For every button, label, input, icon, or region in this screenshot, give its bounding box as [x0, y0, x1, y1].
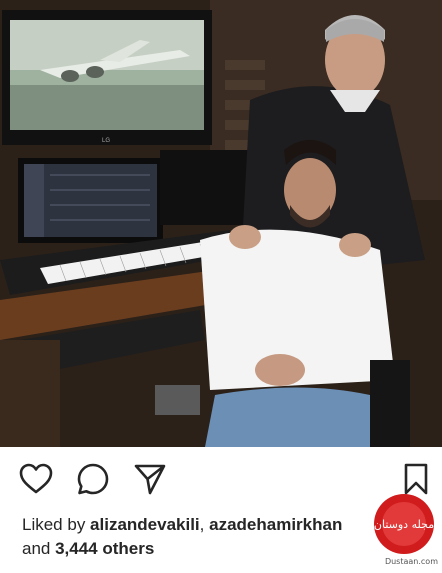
comment-icon: [77, 463, 109, 495]
tv-brand: LG: [102, 138, 110, 144]
liker-username-1[interactable]: alizandevakili: [90, 515, 200, 534]
heart-icon: [19, 463, 53, 494]
liked-by-prefix: Liked by: [22, 515, 91, 534]
send-icon: [134, 464, 166, 495]
share-button[interactable]: [132, 461, 168, 497]
watermark-url: Dustaan.com: [384, 557, 438, 566]
liker-separator: ,: [199, 515, 210, 534]
site-watermark: مجله دوستان Dustaan.com: [322, 490, 442, 568]
likes-others-count[interactable]: 3,444 others: [55, 539, 154, 558]
liked-by-and: and: [22, 539, 56, 558]
watermark-logo-text: مجله دوستان: [374, 518, 434, 531]
comment-button[interactable]: [75, 461, 111, 497]
tv-screen: LG: [2, 10, 212, 145]
post-photo[interactable]: LG: [0, 0, 442, 447]
like-button[interactable]: [18, 461, 54, 497]
post-image: LG: [0, 0, 442, 447]
